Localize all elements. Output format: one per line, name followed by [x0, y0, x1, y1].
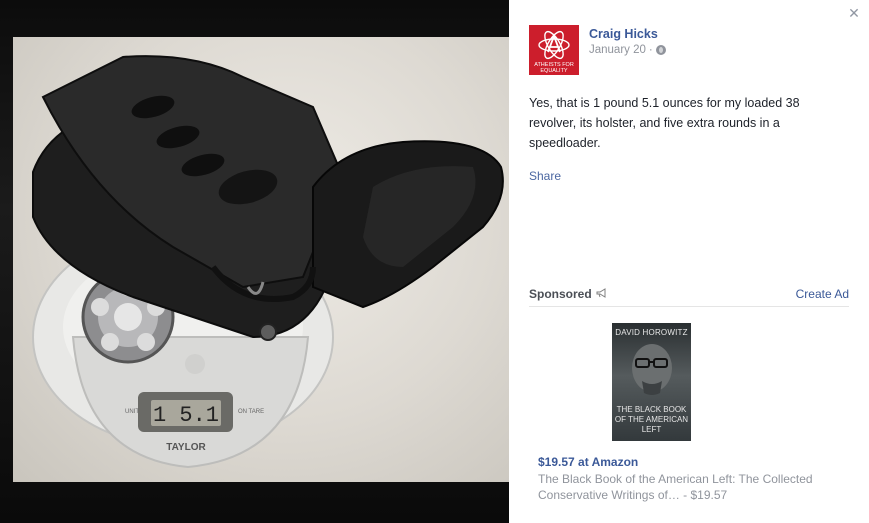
- post-date[interactable]: January 20: [589, 44, 646, 56]
- scale-display-readout: 1 5.1: [153, 403, 219, 428]
- scale-tare-button-label: ON TARE: [238, 409, 264, 415]
- post-text: Yes, that is 1 pound 5.1 ounces for my l…: [529, 96, 800, 150]
- ad-price-link[interactable]: $19.57 at Amazon: [538, 455, 638, 469]
- post-photo[interactable]: 1 5.1 UNIT ON TARE TAYLOR: [13, 37, 509, 482]
- book-cover-title: THE BLACK BOOK OF THE AMERICAN LEFT: [614, 405, 689, 434]
- date-separator: ·: [648, 44, 653, 56]
- photo-illustration: 1 5.1 UNIT ON TARE TAYLOR: [32, 55, 504, 469]
- sponsored-header: Sponsored Create Ad: [529, 285, 849, 307]
- avatar-logo-text: ATHEISTS FOR EQUALITY: [534, 62, 574, 74]
- post-side-panel: ✕ ATHEISTS FOR EQUALITY Craig Hicks Janu…: [509, 0, 869, 523]
- ad-description: The Black Book of the American Left: The…: [538, 472, 813, 502]
- post-date-row: January 20 ·: [589, 44, 666, 56]
- atheist-atom-logo-icon: [538, 30, 570, 60]
- scale-brand-label: TAYLOR: [166, 442, 206, 453]
- avatar[interactable]: ATHEISTS FOR EQUALITY: [529, 25, 579, 75]
- post-author-block: ATHEISTS FOR EQUALITY Craig Hicks Januar…: [529, 25, 666, 75]
- share-link[interactable]: Share: [529, 169, 561, 183]
- photo-viewer: 1 5.1 UNIT ON TARE TAYLOR: [0, 0, 509, 523]
- close-icon[interactable]: ✕: [847, 6, 861, 20]
- author-name-link[interactable]: Craig Hicks: [589, 27, 666, 41]
- post-meta: Craig Hicks January 20 ·: [589, 25, 666, 75]
- create-ad-link[interactable]: Create Ad: [796, 287, 849, 301]
- megaphone-icon: [596, 288, 606, 298]
- sponsored-label: Sponsored: [529, 287, 592, 301]
- scale-unit-button-label: UNIT: [125, 409, 139, 415]
- ad-book-cover-image[interactable]: DAVID HOROWITZ THE BLACK BOOK OF THE AME…: [612, 323, 691, 441]
- globe-icon[interactable]: [655, 45, 666, 55]
